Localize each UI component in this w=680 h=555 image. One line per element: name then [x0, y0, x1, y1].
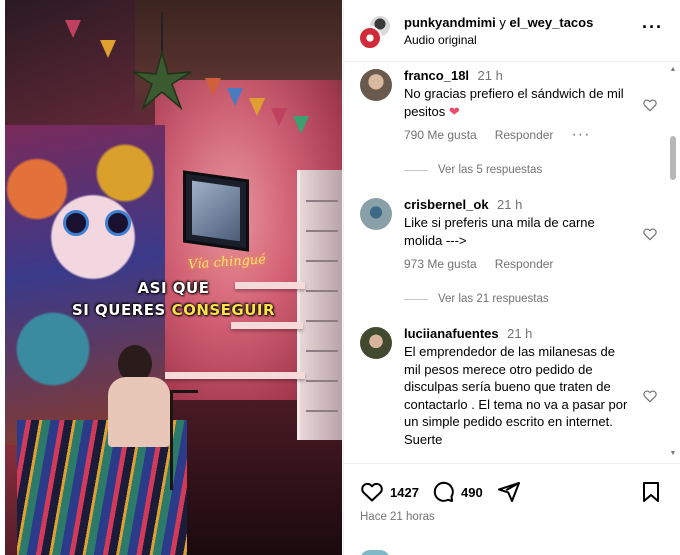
comment-more-icon[interactable]: ···	[571, 127, 590, 143]
comment-text: No gracias prefiero el sándwich de mil p…	[404, 86, 624, 119]
wall-tv	[183, 170, 249, 252]
save-button[interactable]	[639, 480, 663, 504]
seated-person	[100, 345, 180, 447]
comments-list[interactable]: franco_18l 21 h No gracias prefiero el s…	[344, 63, 680, 463]
send-icon	[498, 482, 520, 502]
collab-avatars[interactable]	[358, 14, 392, 50]
comment-time[interactable]: 21 h	[478, 68, 503, 83]
avatar	[360, 550, 390, 555]
view-replies-button[interactable]: Ver las 21 respuestas	[404, 293, 549, 305]
chair	[170, 390, 198, 490]
scrollbar-thumb[interactable]	[670, 136, 676, 180]
comment-likes[interactable]: 973 Me gusta	[404, 257, 477, 271]
comments-scrollbar[interactable]: ▲ ▼	[669, 66, 677, 458]
shelf	[231, 322, 303, 329]
comment-username[interactable]: franco_18l	[404, 68, 469, 83]
more-options-button[interactable]: ···	[642, 18, 663, 36]
comment-username[interactable]: luciianafuentes	[404, 326, 499, 341]
comment-bubble-icon	[433, 481, 454, 502]
shelf	[165, 372, 305, 379]
post-authors: punkyandmimi y el_wey_tacos	[404, 15, 594, 30]
video-caption-line1: ASI QUE	[137, 279, 210, 297]
reply-button[interactable]: Responder	[495, 128, 554, 142]
post-header: punkyandmimi y el_wey_tacos Audio origin…	[344, 0, 680, 62]
heart-outline-icon[interactable]	[642, 388, 658, 404]
reply-button[interactable]: Responder	[495, 257, 554, 271]
like-count: 1427	[390, 484, 419, 500]
heart-outline-icon[interactable]	[642, 226, 658, 242]
commenter-avatar[interactable]	[360, 327, 392, 359]
heart-outline-icon[interactable]	[642, 97, 658, 113]
scroll-up-arrow-icon[interactable]: ▲	[669, 66, 677, 74]
commenter-avatar[interactable]	[360, 69, 392, 101]
hanging-star-lamp	[132, 12, 192, 111]
more-horizontal-icon: ···	[642, 17, 663, 37]
video-caption-line2: SI QUERES CONSEGUIR	[71, 301, 276, 319]
comment-text: El emprendedor de las milanesas de mil p…	[404, 344, 628, 447]
caption-highlight: CONSEGUIR	[171, 301, 276, 319]
comment-time[interactable]: 21 h	[497, 197, 522, 212]
commenter-avatar[interactable]	[360, 198, 392, 230]
comment-count: 490	[461, 484, 483, 500]
comment-time[interactable]: 21 h	[507, 326, 532, 341]
scroll-down-arrow-icon[interactable]: ▼	[669, 450, 677, 458]
audio-link[interactable]: Audio original	[404, 33, 477, 47]
bookmark-icon	[643, 482, 659, 502]
share-button[interactable]	[497, 480, 521, 504]
comment-button[interactable]: 490	[431, 480, 483, 504]
post-timestamp[interactable]: Hace 21 horas	[360, 511, 435, 523]
view-replies-button[interactable]: Ver las 5 respuestas	[404, 164, 542, 176]
heart-emoji-icon: ❤	[448, 103, 460, 119]
heart-icon	[361, 482, 383, 502]
author-link[interactable]: punkyandmimi	[404, 15, 496, 30]
like-button[interactable]: 1427	[360, 480, 419, 504]
reel-video[interactable]: Vía chingué ASI QUE SI QUERES CONSEGUIR	[5, 0, 342, 555]
avatar[interactable]	[358, 26, 382, 50]
post-actions: 1427 490 Hace 21 horas	[344, 463, 680, 555]
comment-username[interactable]: crisbernel_ok	[404, 197, 489, 212]
comment-likes[interactable]: 790 Me gusta	[404, 128, 477, 142]
comment-text: Like si preferis una mila de carne molid…	[404, 215, 595, 248]
comments-panel: punkyandmimi y el_wey_tacos Audio origin…	[343, 0, 680, 555]
author-link[interactable]: el_wey_tacos	[510, 15, 594, 30]
